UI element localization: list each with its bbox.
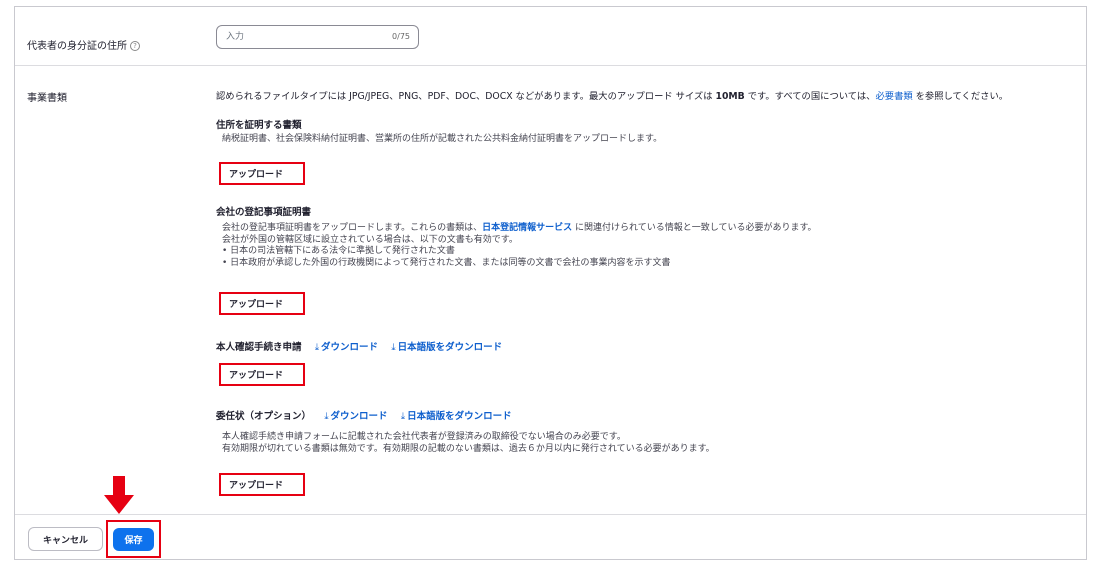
address-input[interactable]	[226, 30, 376, 44]
section-title-registration: 会社の登記事項証明書	[216, 207, 312, 218]
address-label: 代表者の身分証の住所?	[27, 37, 140, 52]
help-icon[interactable]: ?	[130, 41, 140, 51]
upload-button-address-proof[interactable]: アップロード	[219, 162, 305, 185]
download-link-poa[interactable]: ⤓ ダウンロード	[324, 411, 387, 422]
desc-line-suffix: に関連付けられている情報と一致している必要があります。	[572, 223, 817, 233]
intro-prefix: 認められるファイルタイプには JPG/JPEG、PNG、PDF、DOC、DOCX…	[216, 91, 716, 102]
desc-line: 本人確認手続き申請フォームに記載された会社代表者が登録済みの取締役でない場合のみ…	[222, 432, 626, 442]
download-icon: ⤓	[324, 411, 329, 422]
upload-button-power-of-attorney[interactable]: アップロード	[219, 473, 305, 496]
download-jp-link-identity[interactable]: ⤓ 日本語版をダウンロード	[391, 342, 502, 353]
download-icon: ⤓	[400, 411, 406, 422]
documents-intro: 認められるファイルタイプには JPG/JPEG、PNG、PDF、DOC、DOCX…	[216, 88, 1008, 102]
intro-suffix: を参照してください。	[912, 91, 1009, 102]
download-jp-link-poa[interactable]: ⤓ 日本語版をダウンロード	[401, 411, 512, 422]
address-row: 代表者の身分証の住所? 0/75	[15, 7, 1086, 65]
desc-line-prefix: 会社の登記事項証明書をアップロードします。これらの書類は、	[222, 223, 483, 233]
registry-service-link[interactable]: 日本登記情報サービス	[482, 223, 572, 233]
address-label-text: 代表者の身分証の住所	[27, 41, 127, 52]
cancel-button[interactable]: キャンセル	[28, 527, 103, 551]
download-jp-label: 日本語版をダウンロード	[397, 342, 503, 353]
download-icon: ⤓	[314, 342, 320, 353]
section-title-power-of-attorney: 委任状（オプション） ⤓ ダウンロード ⤓ 日本語版をダウンロード	[216, 408, 512, 422]
section-title-identity-text: 本人確認手続き申請	[216, 342, 302, 353]
section-title-identity: 本人確認手続き申請 ⤓ ダウンロード ⤓ 日本語版をダウンロード	[216, 339, 502, 353]
download-label: ダウンロード	[330, 411, 388, 422]
intro-middle: です。すべての国については、	[744, 91, 876, 102]
address-field[interactable]: 0/75	[216, 25, 419, 49]
download-label: ダウンロード	[321, 342, 379, 353]
divider	[15, 514, 1086, 515]
section-desc-address-proof: 納税証明書、社会保険料納付証明書、営業所の住所が記載された公共料金納付証明書をア…	[222, 134, 662, 146]
download-link-identity[interactable]: ⤓ ダウンロード	[315, 342, 378, 353]
desc-line: • 日本の司法管轄下にある法令に準拠して発行された文書	[222, 246, 455, 256]
section-desc-registration: 会社の登記事項証明書をアップロードします。これらの書類は、日本登記情報サービス …	[222, 223, 817, 269]
desc-line: • 日本政府が承認した外国の行政機関によって発行された文書、または同等の文書で会…	[222, 257, 671, 268]
save-highlight-box: 保存	[106, 520, 161, 558]
section-title-poa-text: 委任状（オプション）	[216, 411, 312, 422]
upload-button-registration[interactable]: アップロード	[219, 292, 305, 315]
divider	[15, 65, 1086, 66]
upload-button-identity[interactable]: アップロード	[219, 363, 305, 386]
down-arrow-annotation-icon	[104, 476, 134, 514]
desc-line: 有効期限が切れている書類は無効です。有効期限の記載のない書類は、過去６か月以内に…	[222, 443, 715, 454]
required-docs-link[interactable]: 必要書類	[875, 91, 912, 102]
download-jp-label: 日本語版をダウンロード	[407, 411, 512, 422]
char-counter: 0/75	[392, 32, 410, 41]
documents-label: 事業書類	[27, 93, 67, 104]
download-icon: ⤓	[391, 342, 396, 353]
save-button[interactable]: 保存	[113, 528, 154, 551]
form-panel: 代表者の身分証の住所? 0/75 事業書類 認められるファイルタイプには JPG…	[14, 6, 1087, 560]
section-title-address-proof: 住所を証明する書類	[216, 120, 302, 131]
desc-line: 会社の登記事項証明書をアップロードします。これらの書類は、日本登記情報サービス …	[222, 223, 817, 235]
desc-line: 納税証明書、社会保険料納付証明書、営業所の住所が記載された公共料金納付証明書をア…	[222, 134, 663, 144]
desc-line: 会社が外国の管轄区域に設立されている場合は、以下の文書も有効です。	[222, 234, 518, 245]
section-desc-power-of-attorney: 本人確認手続き申請フォームに記載された会社代表者が登録済みの取締役でない場合のみ…	[222, 432, 715, 455]
intro-size: 10MB	[715, 91, 745, 102]
